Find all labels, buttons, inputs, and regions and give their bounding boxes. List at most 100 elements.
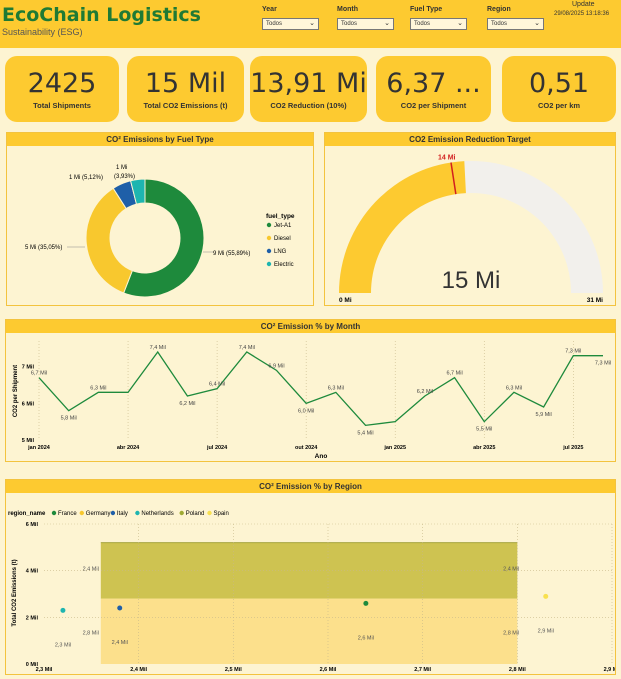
data-label: 6,9 Mil [268, 363, 284, 369]
region-emission-panel: CO² Emission % by Region region_name Fran… [5, 479, 621, 679]
data-label: 5,4 Mil [357, 430, 373, 436]
band-label: 2,4 Mil [83, 567, 99, 573]
legend-item-germany: Germany [86, 511, 111, 517]
data-label: 6,4 Mil [209, 382, 225, 388]
x-tick-label: 2,5 Mil [225, 667, 242, 673]
y-tick-label: 2 Mil [26, 615, 39, 621]
year-dropdown[interactable]: Todos ⌄ [262, 18, 319, 30]
legend-marker-poland [179, 510, 184, 516]
legend-item-france: France [58, 511, 77, 517]
region-dropdown-value: Todos [491, 21, 508, 27]
line-title: CO² Emission % by Month [6, 320, 615, 333]
filter-region-label: Region [487, 6, 511, 13]
kpi-value: 13,91 Mi [250, 68, 367, 99]
y-tick-label: 6 Mil [22, 401, 35, 407]
point-netherlands [60, 607, 66, 613]
fuel-type-dropdown-value: Todos [414, 21, 431, 27]
x-tick-label: abr 2025 [473, 445, 495, 451]
region-dropdown[interactable]: Todos ⌄ [487, 18, 544, 30]
kpi-card-co2-per-km: 0,51 CO2 per km [502, 56, 616, 122]
y-tick-label: 5 Mil [22, 438, 35, 444]
x-tick-label: abr 2024 [117, 445, 140, 451]
legend-marker-france [51, 510, 57, 516]
kpi-value: 0,51 [528, 68, 590, 99]
donut-label-jet: 9 Mi (55,89%) [213, 251, 250, 257]
gauge-title: CO2 Emission Reduction Target [325, 133, 615, 146]
reduction-target-gauge: 14 Mi 15 Mi 0 Mi 31 Mi [339, 155, 603, 304]
kpi-caption: CO2 per Shipment [400, 101, 467, 110]
x-tick-label: 2,3 Mil [36, 667, 53, 673]
data-label: 6,0 Mil [298, 408, 314, 414]
kpi-caption: Total Shipments [33, 101, 91, 110]
kpi-card-total-shipments: 2425 Total Shipments [5, 56, 119, 122]
x-tick-label: out 2024 [295, 445, 318, 451]
legend-item-netherlands: Netherlands [141, 511, 173, 517]
kpi-card-co2-reduction: 13,91 Mi CO2 Reduction (10%) [250, 56, 367, 122]
legend-marker-germany [79, 510, 85, 516]
kpi-value: 2425 [27, 68, 97, 99]
y-tick-label: 0 Mil [26, 662, 39, 668]
y-axis-label: Total CO2 Emissions (t) [12, 559, 18, 626]
kpi-value: 6,37 ... [386, 68, 481, 99]
x-tick-label: 2,7 Mil [414, 667, 431, 673]
region-scatter-chart: region_name France Germany Italy Netherlands… [8, 510, 621, 679]
data-label: 5,9 Mil [536, 412, 552, 418]
x-tick-label: 2,4 Mil [130, 667, 147, 673]
legend-marker-electric [266, 261, 272, 267]
data-label: 6,3 Mil [506, 385, 522, 391]
data-label: 7,4 Mil [239, 345, 255, 351]
kpi-card-co2-per-shipment: 6,37 ... CO2 per Shipment [376, 56, 491, 122]
update-label: Update [572, 1, 595, 8]
legend-title: region_name [8, 511, 46, 517]
chevron-down-icon: ⌄ [457, 20, 463, 27]
data-label: 6,2 Mil [179, 401, 195, 407]
filter-month: Month Todos ⌄ [337, 6, 394, 30]
data-label: 6,3 Mil [328, 385, 344, 391]
point-label-spain: 2,9 Mil [538, 628, 554, 634]
point-label-france: 2,6 Mil [358, 635, 374, 641]
fuel-type-donut-panel: CO² Emissions by Fuel Type 9 Mi (55,89%)… [6, 132, 314, 306]
kpi-card-total-co2: 15 Mil Total CO2 Emissions (t) [127, 56, 244, 122]
month-dropdown[interactable]: Todos ⌄ [337, 18, 394, 30]
chevron-down-icon: ⌄ [384, 20, 390, 27]
legend-item-spain: Spain [214, 511, 229, 517]
monthly-emission-panel: CO² Emission % by Month jan 2024 abr 2024… [5, 319, 616, 462]
gauge-value-label: 15 Mi [442, 267, 501, 294]
kpi-caption: CO2 Reduction (10%) [270, 101, 347, 110]
gauge-max-label: 31 Mi [587, 297, 603, 304]
gauge-target-label: 14 Mi [438, 155, 456, 162]
reduction-target-panel: CO2 Emission Reduction Target 14 Mi 15 Mi… [324, 132, 616, 306]
chevron-down-icon: ⌄ [534, 20, 540, 27]
x-tick-label: 2,6 Mil [320, 667, 337, 673]
legend-item-lng: LNG [274, 249, 287, 255]
legend-item-diesel: Diesel [274, 236, 291, 242]
band-label: 2,4 Mil [503, 567, 519, 573]
y-tick-label: 4 Mil [26, 569, 39, 575]
point-france [363, 600, 369, 606]
data-label: 6,2 Mil [417, 389, 433, 395]
legend-marker-lng [266, 248, 272, 254]
legend-item-italy: Italy [117, 511, 128, 517]
x-axis-label: Ano [315, 453, 328, 460]
donut-label-electric-pct: (3,93%) [114, 174, 135, 180]
fuel-type-dropdown[interactable]: Todos ⌄ [410, 18, 467, 30]
x-tick-label: 2,8 Mil [509, 667, 526, 673]
reference-band [100, 542, 518, 599]
y-tick-label: 6 Mil [26, 522, 39, 528]
header-bar: EcoChain Logistics Sustainability (ESG) … [0, 0, 621, 48]
data-label: 7,3 Mil [565, 349, 581, 355]
chevron-down-icon: ⌄ [309, 20, 315, 27]
data-label: 6,7 Mil [446, 371, 462, 377]
filter-year: Year Todos ⌄ [262, 6, 319, 30]
donut-title: CO² Emissions by Fuel Type [7, 133, 313, 146]
x-tick-label: jan 2025 [383, 445, 406, 451]
kpi-caption: Total CO2 Emissions (t) [143, 101, 228, 110]
donut-label-diesel: 5 Mi (35,05%) [25, 245, 62, 251]
donut-label-lng: 1 Mi (5,12%) [69, 175, 103, 181]
point-italy [117, 605, 123, 611]
legend-item-poland: Poland [186, 511, 205, 517]
x-tick-label: jan 2024 [27, 445, 51, 451]
update-timestamp: 29/08/2025 13:18:36 [554, 11, 610, 17]
gauge-min-label: 0 Mi [339, 297, 352, 304]
point-spain [543, 593, 549, 599]
